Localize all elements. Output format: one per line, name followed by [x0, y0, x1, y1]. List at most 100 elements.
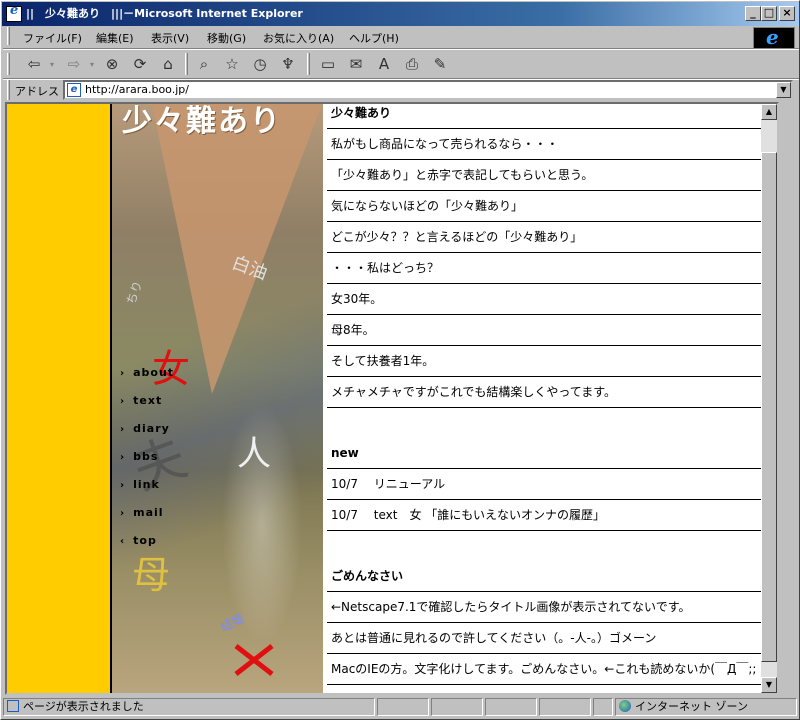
- close-button[interactable]: ×: [779, 6, 795, 21]
- address-dropdown-button[interactable]: ▼: [776, 82, 791, 98]
- nav-label: bbs: [133, 450, 159, 463]
- notice-row: ←Netscape7.1で確認したらタイトル画像が表示されてないです。: [327, 592, 775, 623]
- left-yellow-band: [7, 104, 110, 693]
- search-icon[interactable]: ⌕: [193, 53, 215, 75]
- back-icon[interactable]: ⇦: [23, 53, 45, 75]
- spacer-row: [327, 408, 775, 438]
- toolbar-grip: [7, 53, 10, 75]
- page-icon: e: [67, 83, 81, 97]
- stop-icon[interactable]: ⊗: [101, 53, 123, 75]
- text-row: メチャメチャですがこれでも結構楽しくやってます。: [327, 377, 775, 408]
- nav-label: about: [133, 366, 175, 379]
- menu-file[interactable]: ファイル(F): [23, 30, 82, 46]
- news-row: 10/7 text 女 「誰にもいえないオンナの履歴」: [327, 500, 775, 531]
- status-message-panel: ページが表示されました: [3, 698, 375, 716]
- ie-page-icon: [6, 3, 22, 22]
- browser-window: || 少々難あり |||－Microsoft Internet Explorer…: [0, 0, 800, 720]
- news-row: 10/7 リニューアル: [327, 469, 775, 500]
- nav-label: text: [133, 394, 163, 407]
- print-icon[interactable]: ⎙: [401, 53, 423, 75]
- toolbar-separator: [307, 53, 310, 75]
- section-heading: 少々難あり: [327, 104, 775, 129]
- scroll-up-button[interactable]: ▲: [761, 104, 777, 120]
- notice-row: あとは普通に見れるので許してください（。-人-。）ゴメーン: [327, 623, 775, 654]
- font-icon[interactable]: A: [373, 53, 395, 75]
- spacer-row: [327, 531, 775, 561]
- nav-bbs[interactable]: › bbs: [120, 450, 210, 470]
- nav-link[interactable]: › link: [120, 478, 210, 498]
- chevron-right-icon: ›: [120, 480, 126, 491]
- vertical-scrollbar[interactable]: ▲ ▼: [761, 104, 777, 693]
- standard-toolbar: ⇦ ▾ ⇨ ▾ ⊗ ⟳ ⌂ ⌕ ☆ ◷ ♆ ▭ ✉ A ⎙ ✎: [3, 50, 799, 78]
- nav-label: top: [133, 534, 157, 547]
- nav-diary[interactable]: › diary: [120, 422, 210, 442]
- text-row: 女30年。: [327, 284, 775, 315]
- menu-help[interactable]: ヘルプ(H): [349, 30, 399, 46]
- toolbar-separator: [185, 53, 188, 75]
- globe-icon: [619, 700, 631, 712]
- menu-bar: ファイル(F) 編集(E) 表示(V) 移動(G) お気に入り(A) ヘルプ(H…: [3, 27, 747, 47]
- nav-text[interactable]: › text: [120, 394, 210, 414]
- chevron-right-icon: ›: [120, 508, 126, 519]
- red-cross-icon: [234, 644, 274, 676]
- menu-grip: [7, 27, 10, 45]
- mail-icon[interactable]: ✉: [345, 53, 367, 75]
- notice-row: MacのIEの方。文字化けしてます。ごめんなさい。←これも読めないか(￣Д￣;;: [327, 654, 775, 685]
- text-row: ・・・私はどっち？: [327, 253, 775, 284]
- security-zone-panel: インターネット ゾーン: [615, 698, 797, 716]
- chevron-right-icon: ›: [120, 424, 126, 435]
- nav-mail[interactable]: › mail: [120, 506, 210, 526]
- nav-top[interactable]: ‹ top: [120, 534, 210, 554]
- minimize-button[interactable]: _: [745, 6, 761, 21]
- window-title: || 少々難あり |||－Microsoft Internet Explorer: [26, 7, 303, 20]
- photo-word: 人: [237, 434, 271, 474]
- nav-label: diary: [133, 422, 170, 435]
- menu-edit[interactable]: 編集(E): [96, 30, 134, 46]
- status-panel: [593, 698, 613, 716]
- text-column: 少々難あり 私がもし商品になって売られるなら・・・ 「少々難あり」と赤字で表記し…: [327, 104, 775, 685]
- page-icon: [7, 700, 19, 712]
- maximize-button[interactable]: □: [761, 6, 777, 21]
- title-bar[interactable]: || 少々難あり |||－Microsoft Internet Explorer…: [2, 2, 799, 26]
- text-row: そして扶養者1年。: [327, 346, 775, 377]
- edit-icon[interactable]: ✎: [429, 53, 451, 75]
- section-heading: new: [327, 438, 775, 469]
- photo-word: 結婚: [218, 611, 247, 635]
- status-panel: [539, 698, 591, 716]
- chevron-left-icon: ‹: [120, 536, 126, 547]
- back-dropdown-icon[interactable]: ▾: [47, 53, 57, 75]
- site-brand: 少々難あり: [122, 104, 282, 139]
- text-row: 気にならないほどの「少々難あり」: [327, 191, 775, 222]
- forward-dropdown-icon[interactable]: ▾: [87, 53, 97, 75]
- address-url[interactable]: http://arara.boo.jp/: [85, 83, 189, 96]
- address-grip: [7, 80, 10, 100]
- status-message: ページが表示されました: [23, 700, 144, 713]
- photo-word: ちり: [123, 278, 146, 307]
- section-heading: ごめんなさい: [327, 561, 775, 592]
- home-icon[interactable]: ⌂: [157, 53, 179, 75]
- text-row: 私がもし商品になって売られるなら・・・: [327, 129, 775, 160]
- text-row: 母8年。: [327, 315, 775, 346]
- address-input[interactable]: e http://arara.boo.jp/ ▼: [63, 80, 793, 100]
- text-row: 「少々難あり」と赤字で表記してもらいと思う。: [327, 160, 775, 191]
- chevron-right-icon: ›: [120, 452, 126, 463]
- nav-about[interactable]: › about: [120, 366, 210, 386]
- chevron-right-icon: ›: [120, 368, 126, 379]
- menu-view[interactable]: 表示(V): [151, 30, 189, 46]
- channels-icon[interactable]: ♆: [277, 53, 299, 75]
- favorites-icon[interactable]: ☆: [221, 53, 243, 75]
- scroll-down-button[interactable]: ▼: [761, 677, 777, 693]
- scroll-thumb[interactable]: [761, 152, 777, 662]
- menu-go[interactable]: 移動(G): [207, 30, 246, 46]
- chevron-right-icon: ›: [120, 396, 126, 407]
- fullscreen-icon[interactable]: ▭: [317, 53, 339, 75]
- status-panel: [485, 698, 537, 716]
- status-bar: ページが表示されました インターネット ゾーン: [3, 697, 799, 717]
- security-zone: インターネット ゾーン: [635, 700, 748, 713]
- forward-icon[interactable]: ⇨: [63, 53, 85, 75]
- text-row: どこが少々？？と言えるほどの「少々難あり」: [327, 222, 775, 253]
- status-panel: [431, 698, 483, 716]
- refresh-icon[interactable]: ⟳: [129, 53, 151, 75]
- menu-favorites[interactable]: お気に入り(A): [263, 30, 334, 46]
- history-icon[interactable]: ◷: [249, 53, 271, 75]
